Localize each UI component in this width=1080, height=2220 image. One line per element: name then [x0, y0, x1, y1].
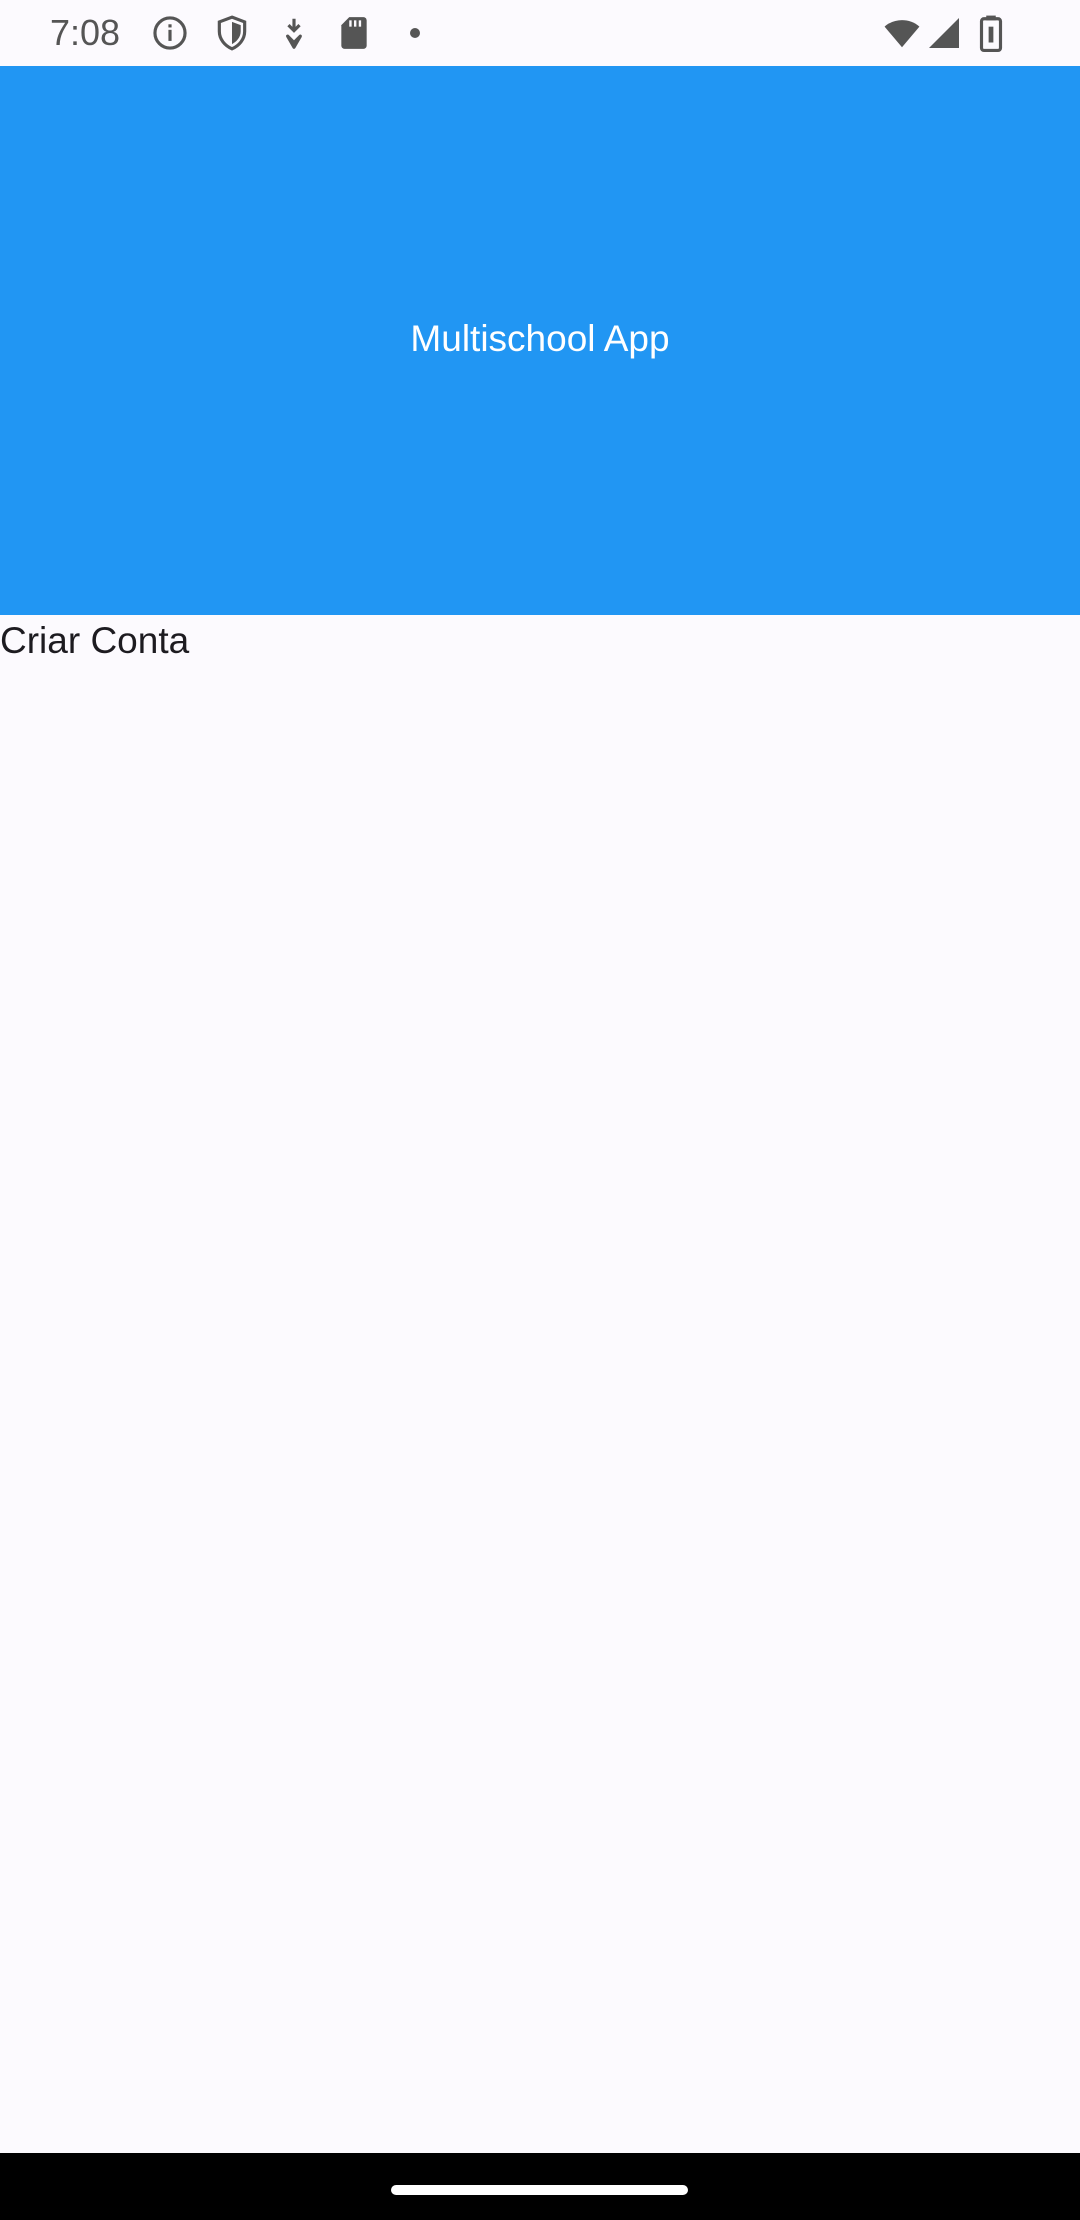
sd-card-icon [335, 14, 373, 52]
download-icon [275, 14, 313, 52]
shield-icon [213, 14, 251, 52]
signal-icon [926, 14, 962, 52]
app-title: Multischool App [410, 318, 670, 359]
battery-icon [978, 14, 1004, 52]
info-icon [151, 14, 189, 52]
dot-icon [400, 14, 430, 52]
header-banner: Multischool App [0, 66, 1080, 615]
create-account-link[interactable]: Criar Conta [0, 620, 189, 662]
status-bar: 7:08 [0, 0, 1080, 66]
navigation-bar [0, 2153, 1080, 2220]
home-indicator[interactable] [391, 2185, 688, 2195]
wifi-icon [880, 14, 924, 52]
app-screen: 7:08 Multischool App Criar Conta [0, 0, 1080, 2220]
status-time: 7:08 [50, 12, 121, 53]
